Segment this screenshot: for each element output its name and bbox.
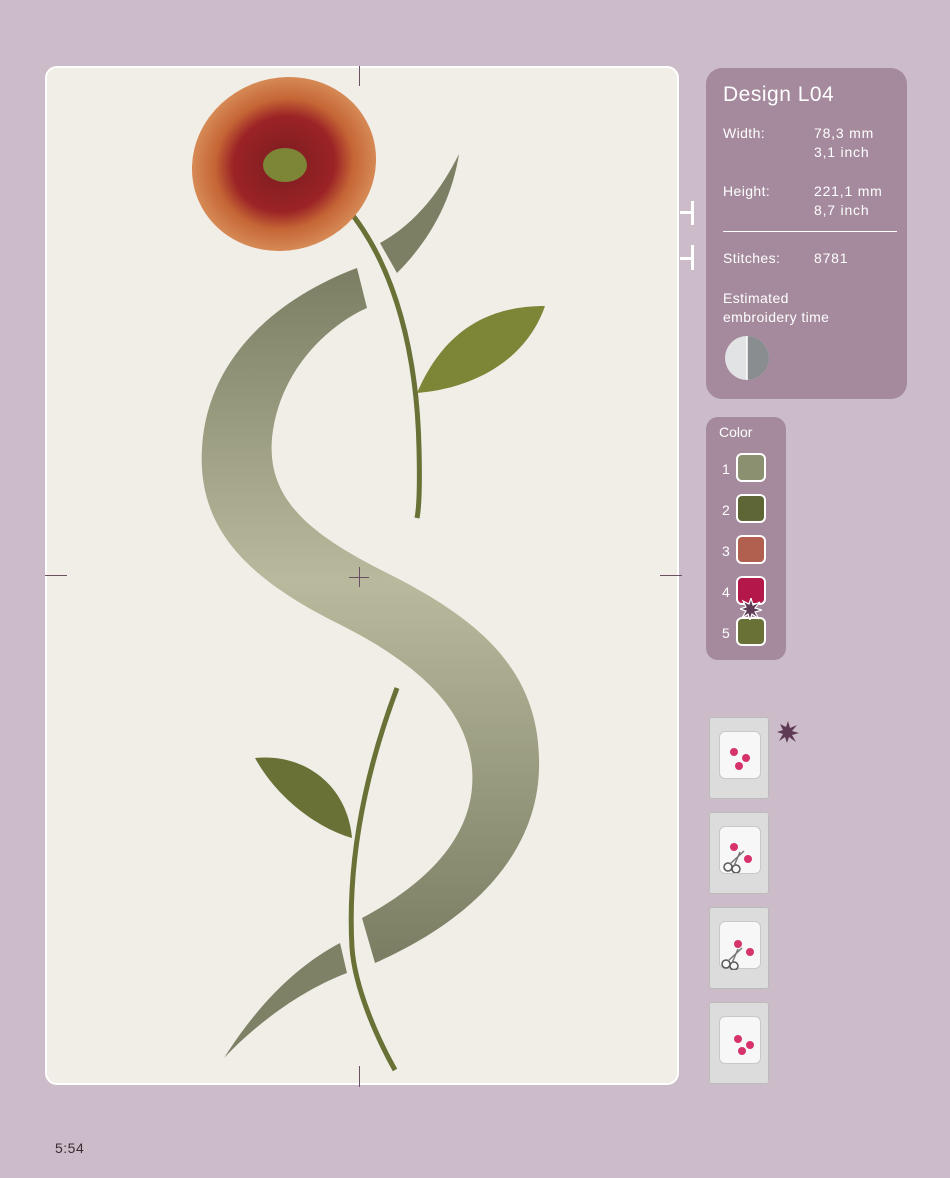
color-row-2: 2 bbox=[706, 494, 786, 526]
height-mm: 221,1 mm bbox=[814, 183, 883, 199]
color-swatch-1 bbox=[736, 453, 766, 482]
hoop-cutting-icon bbox=[719, 826, 761, 874]
page-number: 5:54 bbox=[55, 1140, 85, 1156]
info-divider bbox=[723, 231, 897, 232]
design-preview bbox=[45, 66, 679, 1085]
color-change-star-icon bbox=[740, 598, 762, 620]
flower-center bbox=[263, 148, 307, 182]
height-label: Height: bbox=[723, 183, 771, 199]
clock-half-icon bbox=[725, 336, 769, 380]
width-mm: 78,3 mm bbox=[814, 125, 875, 141]
color-row-5: 5 bbox=[706, 617, 786, 649]
stitches-value: 8781 bbox=[814, 250, 849, 266]
color-number: 3 bbox=[722, 543, 730, 559]
scissors-icon bbox=[721, 947, 743, 970]
upper-accent-blade bbox=[380, 154, 459, 273]
height-inch: 8,7 inch bbox=[814, 202, 870, 218]
s-shape bbox=[201, 268, 540, 963]
color-row-1: 1 bbox=[706, 453, 786, 485]
scissors-icon bbox=[723, 850, 745, 873]
hoop-step-4 bbox=[709, 1002, 769, 1084]
hoop-stabilizer-icon bbox=[719, 731, 761, 779]
hoop-scissors-icon bbox=[719, 921, 761, 970]
color-number: 5 bbox=[722, 625, 730, 641]
marked-step-star-icon bbox=[777, 721, 799, 743]
stitches-label: Stitches: bbox=[723, 250, 781, 266]
color-number: 1 bbox=[722, 461, 730, 477]
lower-leaf bbox=[255, 757, 352, 838]
color-swatch-2 bbox=[736, 494, 766, 523]
width-label: Width: bbox=[723, 125, 766, 141]
color-number: 2 bbox=[722, 502, 730, 518]
color-list-card: Color 1 2 3 4 5 bbox=[706, 417, 786, 660]
time-label: Estimated embroidery time bbox=[723, 289, 829, 327]
hoop-connector-lower-bar bbox=[691, 245, 694, 270]
hoop-connector-upper-bar bbox=[691, 201, 694, 225]
crop-mark-right bbox=[660, 575, 682, 576]
upper-leaf bbox=[417, 306, 545, 393]
color-swatch-5 bbox=[736, 617, 766, 646]
color-swatch-3 bbox=[736, 535, 766, 564]
crop-mark-bottom bbox=[359, 1066, 360, 1087]
color-number: 4 bbox=[722, 584, 730, 600]
embroidery-illustration bbox=[191, 76, 545, 1072]
hoop-step-3 bbox=[709, 907, 769, 989]
crop-mark-top bbox=[359, 66, 360, 86]
time-label-line2: embroidery time bbox=[723, 309, 830, 325]
hoop-step-2 bbox=[709, 812, 769, 894]
hoop-finished-icon bbox=[719, 1016, 761, 1064]
color-row-3: 3 bbox=[706, 535, 786, 567]
lower-accent-blade bbox=[224, 943, 347, 1058]
hoop-step-1 bbox=[709, 717, 769, 799]
design-title: Design L04 bbox=[723, 83, 835, 106]
crop-mark-left bbox=[45, 575, 67, 576]
width-inch: 3,1 inch bbox=[814, 144, 870, 160]
design-info-card: Design L04 Width: 78,3 mm 3,1 inch Heigh… bbox=[706, 68, 907, 399]
color-title: Color bbox=[719, 424, 753, 440]
time-label-line1: Estimated bbox=[723, 290, 789, 306]
center-cross-vertical bbox=[359, 567, 360, 587]
lower-stem bbox=[348, 687, 400, 1072]
